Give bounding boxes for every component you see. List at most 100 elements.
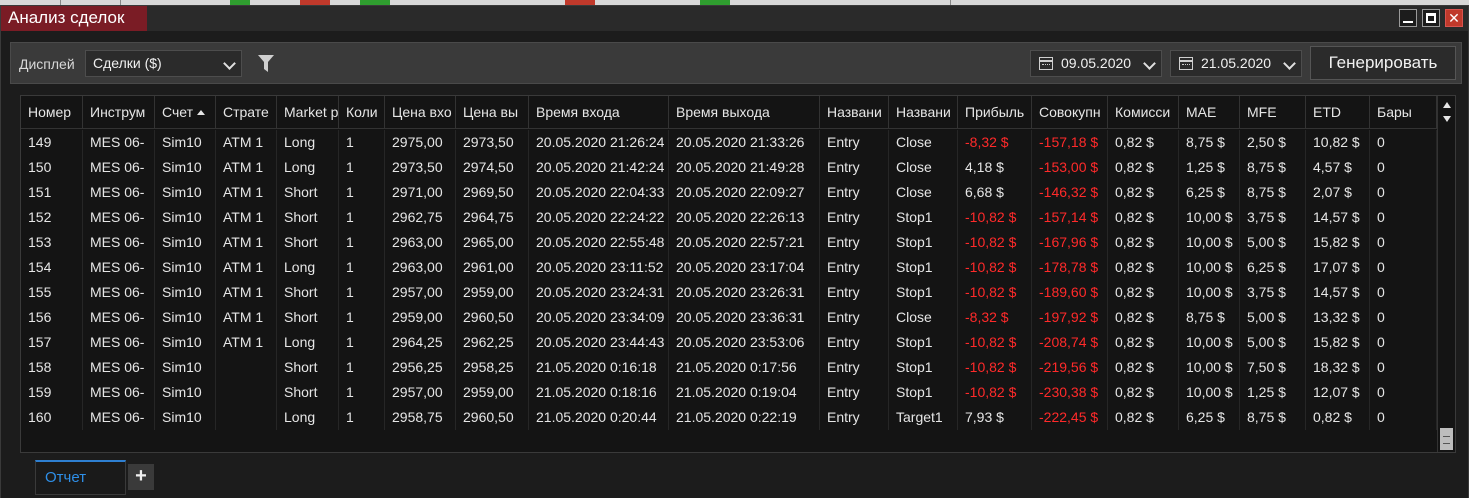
column-header-etd[interactable]: ETD [1306, 96, 1370, 129]
cell-mae: 10,00 $ [1179, 355, 1240, 380]
cell-instrument: MES 06- [83, 405, 155, 430]
cell-entry-price: 2956,25 [385, 355, 456, 380]
cell-mfe: 5,00 $ [1240, 305, 1306, 330]
cell-bars: 0 [1370, 280, 1437, 305]
generate-button[interactable]: Генерировать [1310, 46, 1456, 80]
cell-exit-price: 2960,50 [456, 305, 529, 330]
cell-etd: 13,32 $ [1306, 305, 1370, 330]
cell-quantity: 1 [339, 180, 385, 205]
vertical-scrollbar[interactable] [1437, 96, 1455, 452]
cell-exit-price: 2961,00 [456, 255, 529, 280]
cell-mfe: 5,00 $ [1240, 230, 1306, 255]
filter-icon[interactable] [258, 55, 274, 73]
cell-exit-name: Close [889, 130, 958, 155]
table-row[interactable]: 158 MES 06- Sim10 Short 1 2956,25 2958,25 21.05… [21, 355, 1437, 380]
cell-etd: 14,57 $ [1306, 280, 1370, 305]
scrollbar-thumb[interactable] [1440, 428, 1453, 450]
table-row[interactable]: 155 MES 06- Sim10 ATM 1 Short 1 2957,00 2959,00… [21, 280, 1437, 305]
cell-exit-price: 2969,50 [456, 180, 529, 205]
cell-bars: 0 [1370, 255, 1437, 280]
cell-cum-profit: -153,00 $ [1032, 155, 1108, 180]
column-header-exit-name[interactable]: Названи [889, 96, 958, 129]
table-row[interactable]: 156 MES 06- Sim10 ATM 1 Short 1 2959,00 2960,50… [21, 305, 1437, 330]
cell-strategy: ATM 1 [216, 255, 277, 280]
table-row[interactable]: 153 MES 06- Sim10 ATM 1 Short 1 2963,00 2965,00… [21, 230, 1437, 255]
cell-entry-name: Entry [820, 230, 889, 255]
close-icon[interactable]: ✕ [1445, 9, 1463, 27]
cell-entry-name: Entry [820, 155, 889, 180]
cell-bars: 0 [1370, 355, 1437, 380]
cell-exit-time: 20.05.2020 22:09:27 [669, 180, 820, 205]
cell-profit: -8,32 $ [958, 305, 1032, 330]
column-header-profit[interactable]: Прибыль [958, 96, 1032, 129]
table-row[interactable]: 159 MES 06- Sim10 Short 1 2957,00 2959,00 21.05… [21, 380, 1437, 405]
cell-exit-price: 2962,25 [456, 330, 529, 355]
column-header-label: Время входа [536, 104, 620, 120]
column-header-entry-price[interactable]: Цена вхо [385, 96, 456, 129]
tab-report[interactable]: Отчет [35, 460, 126, 495]
title-bar: Анализ сделок ✕ [1, 6, 1468, 31]
scroll-down-icon[interactable] [1443, 116, 1451, 122]
cell-strategy: ATM 1 [216, 205, 277, 230]
table-row[interactable]: 149 MES 06- Sim10 ATM 1 Long 1 2975,00 2973,50 2… [21, 130, 1437, 155]
add-tab-button[interactable]: + [128, 464, 154, 490]
date-from-picker[interactable]: 09.05.2020 [1030, 50, 1162, 77]
cell-mfe: 5,00 $ [1240, 330, 1306, 355]
cell-mae: 1,25 $ [1179, 155, 1240, 180]
cell-exit-time: 21.05.2020 0:22:19 [669, 405, 820, 430]
column-header-quantity[interactable]: Коли [339, 96, 385, 129]
table-row[interactable]: 154 MES 06- Sim10 ATM 1 Long 1 2963,00 2961,00 2… [21, 255, 1437, 280]
column-header-label: Цена вы [463, 104, 519, 120]
column-header-account[interactable]: Счет [155, 96, 216, 129]
cell-number: 159 [21, 380, 83, 405]
cell-exit-name: Target1 [889, 405, 958, 430]
column-header-exit-time[interactable]: Время выхода [669, 96, 820, 129]
maximize-icon[interactable] [1422, 9, 1440, 27]
cell-commission: 0,82 $ [1108, 255, 1179, 280]
cell-mae: 10,00 $ [1179, 280, 1240, 305]
column-header-exit-price[interactable]: Цена вы [456, 96, 529, 129]
date-to-value: 21.05.2020 [1201, 55, 1272, 71]
column-header-cum-profit[interactable]: Совокупн [1032, 96, 1108, 129]
column-header-mfe[interactable]: MFE [1240, 96, 1306, 129]
table-row[interactable]: 157 MES 06- Sim10 ATM 1 Long 1 2964,25 2962,25 2… [21, 330, 1437, 355]
cell-entry-price: 2959,00 [385, 305, 456, 330]
cell-account: Sim10 [155, 355, 216, 380]
cell-strategy [216, 380, 277, 405]
cell-exit-price: 2973,50 [456, 130, 529, 155]
column-header-label: Названи [827, 104, 882, 120]
table-row[interactable]: 151 MES 06- Sim10 ATM 1 Short 1 2971,00 2969,50… [21, 180, 1437, 205]
column-header-label: Бары [1377, 104, 1412, 120]
column-header-label: Инструм [90, 104, 146, 120]
column-header-strategy[interactable]: Страте [216, 96, 277, 129]
cell-instrument: MES 06- [83, 255, 155, 280]
cell-profit: -8,32 $ [958, 130, 1032, 155]
cell-number: 160 [21, 405, 83, 430]
column-header-instrument[interactable]: Инструм [83, 96, 155, 129]
column-header-mae[interactable]: MAE [1179, 96, 1240, 129]
cell-bars: 0 [1370, 330, 1437, 355]
cell-exit-name: Stop1 [889, 380, 958, 405]
column-header-market-position[interactable]: Market p [277, 96, 339, 129]
column-header-bars[interactable]: Бары [1370, 96, 1437, 129]
cell-entry-name: Entry [820, 305, 889, 330]
table-row[interactable]: 152 MES 06- Sim10 ATM 1 Short 1 2962,75 2964,75… [21, 205, 1437, 230]
minimize-icon[interactable] [1399, 9, 1417, 27]
cell-entry-time: 20.05.2020 23:44:43 [529, 330, 669, 355]
table-row[interactable]: 150 MES 06- Sim10 ATM 1 Long 1 2973,50 2974,50 2… [21, 155, 1437, 180]
column-header-number[interactable]: Номер [21, 96, 83, 129]
cell-profit: 7,93 $ [958, 405, 1032, 430]
column-header-commission[interactable]: Комисси [1108, 96, 1179, 129]
cell-quantity: 1 [339, 205, 385, 230]
date-to-picker[interactable]: 21.05.2020 [1170, 50, 1302, 77]
cell-strategy: ATM 1 [216, 180, 277, 205]
column-header-entry-time[interactable]: Время входа [529, 96, 669, 129]
cell-instrument: MES 06- [83, 180, 155, 205]
table-row[interactable]: 160 MES 06- Sim10 Long 1 2958,75 2960,50 21.05.… [21, 405, 1437, 430]
cell-entry-name: Entry [820, 380, 889, 405]
cell-quantity: 1 [339, 355, 385, 380]
cell-cum-profit: -219,56 $ [1032, 355, 1108, 380]
display-select[interactable]: Сделки ($) [85, 50, 242, 77]
scroll-up-icon[interactable] [1443, 102, 1451, 108]
column-header-entry-name[interactable]: Названи [820, 96, 889, 129]
